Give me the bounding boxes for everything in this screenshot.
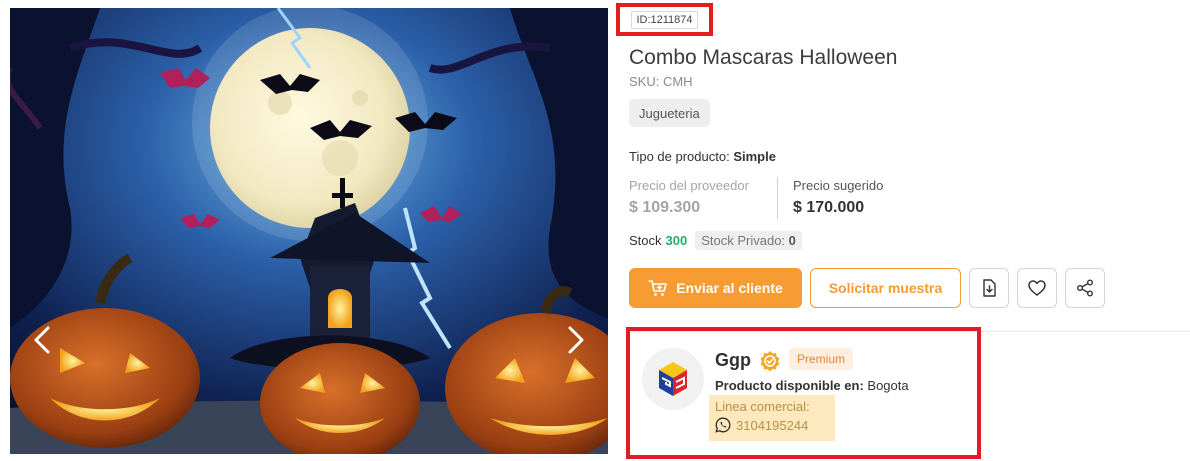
cart-plus-icon bbox=[648, 280, 667, 296]
file-download-icon bbox=[983, 279, 996, 297]
product-details: ID:1211874 Combo Mascaras Halloween SKU:… bbox=[616, 0, 1190, 461]
category-tag[interactable]: Jugueteria bbox=[629, 99, 710, 127]
heart-icon bbox=[1028, 280, 1046, 296]
product-sku: SKU: CMH bbox=[629, 74, 693, 89]
stock-label: Stock bbox=[629, 233, 662, 248]
favorite-button[interactable] bbox=[1017, 268, 1057, 308]
premium-badge: Premium bbox=[789, 348, 854, 370]
share-button[interactable] bbox=[1065, 268, 1105, 308]
ggp-logo-icon bbox=[642, 348, 704, 410]
commercial-line[interactable]: Linea comercial: 3104195244 bbox=[709, 395, 835, 441]
private-stock-badge: Stock Privado: 0 bbox=[695, 231, 802, 250]
product-id-highlight: ID:1211874 bbox=[616, 3, 713, 36]
supplier-price-label: Precio del proveedor bbox=[629, 178, 749, 193]
stock-value: 300 bbox=[665, 233, 688, 248]
supplier-card: Ggp Premium Producto disponible en: Bogo… bbox=[626, 327, 981, 459]
suggested-price-value: $ 170.000 bbox=[793, 199, 865, 216]
chevron-left-icon bbox=[34, 326, 50, 354]
product-id: ID:1211874 bbox=[631, 10, 698, 29]
commercial-line-label: Linea comercial: bbox=[715, 399, 810, 414]
commercial-phone[interactable]: 3104195244 bbox=[715, 417, 829, 433]
chevron-right-icon bbox=[568, 326, 584, 354]
gallery-prev-button[interactable] bbox=[28, 320, 56, 360]
suggested-price: Precio sugerido $ 170.000 bbox=[793, 178, 883, 217]
product-gallery bbox=[10, 8, 608, 454]
availability-info: Producto disponible en: Bogota bbox=[715, 378, 909, 393]
product-type: Tipo de producto: Simple bbox=[629, 149, 776, 164]
private-stock-value: 0 bbox=[788, 233, 796, 248]
request-sample-button[interactable]: Solicitar muestra bbox=[810, 268, 961, 308]
supplier-logo[interactable] bbox=[642, 348, 704, 410]
product-type-value: Simple bbox=[733, 149, 776, 164]
download-button[interactable] bbox=[969, 268, 1009, 308]
private-stock-label: Stock Privado: bbox=[701, 233, 786, 248]
supplier-price-value: $ 109.300 bbox=[629, 199, 701, 216]
halloween-product-image bbox=[10, 8, 608, 454]
share-icon bbox=[1077, 279, 1093, 297]
availability-label: Producto disponible en: bbox=[715, 378, 864, 393]
price-divider bbox=[777, 177, 778, 219]
suggested-price-label: Precio sugerido bbox=[793, 178, 884, 193]
gallery-next-button[interactable] bbox=[562, 320, 590, 360]
supplier-price: Precio del proveedor $ 109.300 bbox=[629, 178, 749, 217]
availability-city: Bogota bbox=[867, 378, 909, 393]
product-type-label: Tipo de producto: bbox=[629, 149, 730, 164]
product-title: Combo Mascaras Halloween bbox=[629, 46, 898, 69]
commercial-phone-number: 3104195244 bbox=[736, 417, 809, 433]
whatsapp-icon bbox=[715, 417, 731, 433]
send-to-client-button[interactable]: Enviar al cliente bbox=[629, 268, 802, 308]
supplier-name[interactable]: Ggp bbox=[715, 350, 751, 371]
stock-info: Stock 300 Stock Privado: 0 bbox=[629, 231, 802, 250]
send-to-client-label: Enviar al cliente bbox=[676, 280, 783, 296]
premium-badge-icon bbox=[759, 350, 781, 372]
